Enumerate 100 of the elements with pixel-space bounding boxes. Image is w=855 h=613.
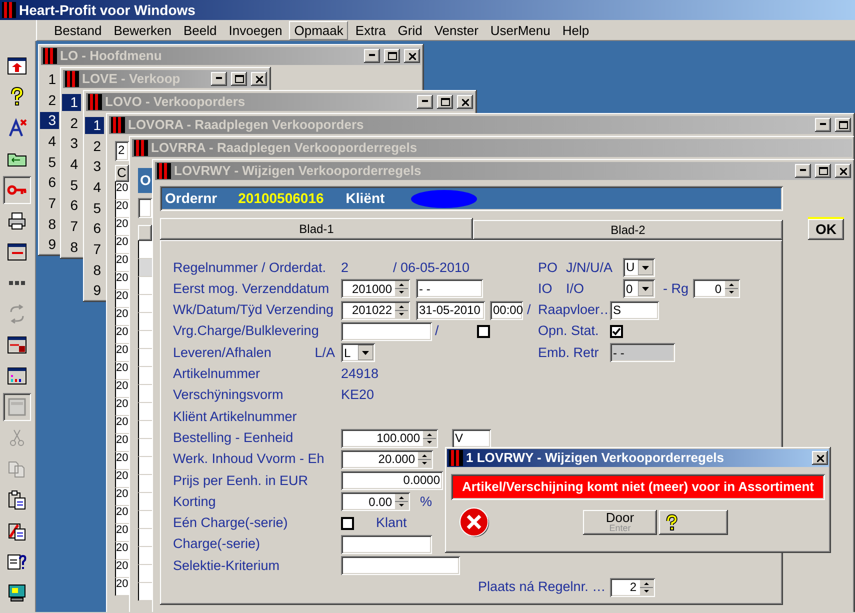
maximize-button[interactable] <box>231 72 247 86</box>
menu-row[interactable]: 8 <box>85 262 104 279</box>
menu-row[interactable]: 6 <box>40 174 59 192</box>
menu-row[interactable]: 3 <box>85 158 104 176</box>
menu-row[interactable]: 7 <box>85 241 104 258</box>
menu-row[interactable]: 5 <box>85 200 104 216</box>
menu-row[interactable]: 7 <box>62 218 81 235</box>
menu-item[interactable]: UserMenu <box>485 20 556 40</box>
table-row[interactable] <box>138 313 152 331</box>
minimize-button[interactable] <box>815 118 831 132</box>
checkbox[interactable] <box>610 325 623 338</box>
menu-row[interactable]: 8 <box>40 216 59 233</box>
menu-row[interactable]: 4 <box>40 133 59 150</box>
close-button[interactable] <box>457 95 473 109</box>
spin-field[interactable]: 20.000 <box>341 450 433 469</box>
number-field[interactable]: 0.0000 <box>341 471 443 490</box>
menu-item[interactable]: Bestand <box>49 20 107 40</box>
input-field[interactable]: 2 <box>115 141 129 161</box>
menu-item[interactable]: Beeld <box>178 20 222 40</box>
input-field[interactable] <box>341 556 460 576</box>
table-row[interactable] <box>138 511 152 529</box>
input-field[interactable] <box>341 322 432 342</box>
menu-item[interactable]: Invoegen <box>224 20 288 40</box>
menu-row[interactable]: 9 <box>40 236 59 254</box>
close-button[interactable] <box>835 164 851 178</box>
table-row[interactable] <box>138 493 152 511</box>
table-row[interactable] <box>138 421 152 439</box>
table-row[interactable] <box>138 583 152 601</box>
menu-item[interactable]: Grid <box>392 20 428 40</box>
table-row[interactable] <box>138 385 152 403</box>
table-row[interactable] <box>138 295 152 313</box>
input-field[interactable] <box>138 198 152 218</box>
spin-field[interactable]: 0.00 <box>341 492 410 512</box>
tab[interactable]: Blad-1 <box>160 218 473 240</box>
menu-row[interactable]: 5 <box>62 176 81 194</box>
select-field[interactable]: L <box>341 343 375 362</box>
spin-field[interactable]: 201022 <box>341 300 410 320</box>
menu-row[interactable]: 2 <box>40 92 59 108</box>
ok-button[interactable]: OK <box>808 217 844 240</box>
menu-row[interactable]: 6 <box>85 220 104 238</box>
input-field[interactable]: 31-05-2010 <box>416 300 485 320</box>
column-header[interactable]: C <box>115 165 129 182</box>
menu-item[interactable]: Help <box>557 20 594 40</box>
table-row[interactable] <box>138 367 152 385</box>
spin-field[interactable]: 0 <box>692 279 740 298</box>
input-field[interactable] <box>341 535 432 554</box>
menu-row[interactable]: 2 <box>85 138 104 154</box>
input-field[interactable]: V <box>452 428 491 448</box>
menu-row[interactable]: 3 <box>40 112 59 130</box>
table-row[interactable] <box>138 475 152 493</box>
close-button[interactable] <box>251 72 267 86</box>
input-field[interactable]: - - <box>416 279 483 298</box>
table-row[interactable] <box>138 259 152 277</box>
menu-item[interactable]: Venster <box>429 20 484 40</box>
minimize-button[interactable] <box>417 95 433 109</box>
close-button[interactable] <box>404 49 420 63</box>
table-row[interactable] <box>138 349 152 367</box>
spin-field[interactable]: 2 <box>610 578 655 597</box>
menu-row[interactable]: 5 <box>40 154 59 170</box>
menu-item[interactable]: Bewerken <box>108 20 177 40</box>
select-field[interactable]: U <box>623 258 655 278</box>
menu-row[interactable]: 1 <box>85 116 104 134</box>
tab[interactable]: Blad-2 <box>473 220 783 240</box>
menu-row[interactable]: 3 <box>62 135 81 152</box>
minimize-button[interactable] <box>211 72 227 86</box>
input-field[interactable]: 00:00 <box>490 300 523 320</box>
menu-row[interactable]: 2 <box>62 114 81 132</box>
table-row[interactable] <box>138 241 152 259</box>
menu-item[interactable]: Extra <box>350 20 391 40</box>
door-button[interactable]: Door Enter <box>583 510 657 534</box>
menu-row[interactable]: 4 <box>85 179 104 196</box>
table-row[interactable] <box>138 565 152 583</box>
menu-row[interactable]: 9 <box>85 282 104 300</box>
maximize-button[interactable] <box>815 164 831 178</box>
table-row[interactable] <box>138 277 152 295</box>
maximize-button[interactable] <box>437 95 453 109</box>
table-row[interactable] <box>138 403 152 421</box>
menu-row[interactable]: 1 <box>62 94 81 111</box>
menu-row[interactable]: 8 <box>62 238 81 256</box>
close-button[interactable] <box>812 451 828 465</box>
menu-row[interactable]: 7 <box>40 195 59 212</box>
help-button[interactable] <box>659 510 728 534</box>
toolbar-button[interactable] <box>3 176 31 204</box>
maximize-button[interactable] <box>835 118 851 132</box>
table-row[interactable] <box>138 547 152 565</box>
menu-row[interactable]: 6 <box>62 197 81 214</box>
minimize-button[interactable] <box>364 49 380 63</box>
table-row[interactable] <box>138 457 152 475</box>
menu-row[interactable]: 4 <box>62 156 81 173</box>
checkbox[interactable] <box>341 516 354 530</box>
minimize-button[interactable] <box>795 164 811 178</box>
checkbox[interactable] <box>476 325 490 338</box>
column-header[interactable] <box>138 225 152 241</box>
spin-field[interactable]: 100.000 <box>341 428 438 448</box>
select-field[interactable]: 0 <box>623 279 655 298</box>
menu-row[interactable]: 1 <box>40 70 59 88</box>
table-row[interactable] <box>138 529 152 547</box>
table-row[interactable] <box>138 331 152 349</box>
table-row[interactable] <box>138 439 152 457</box>
menu-item[interactable]: Opmaak <box>289 20 348 40</box>
